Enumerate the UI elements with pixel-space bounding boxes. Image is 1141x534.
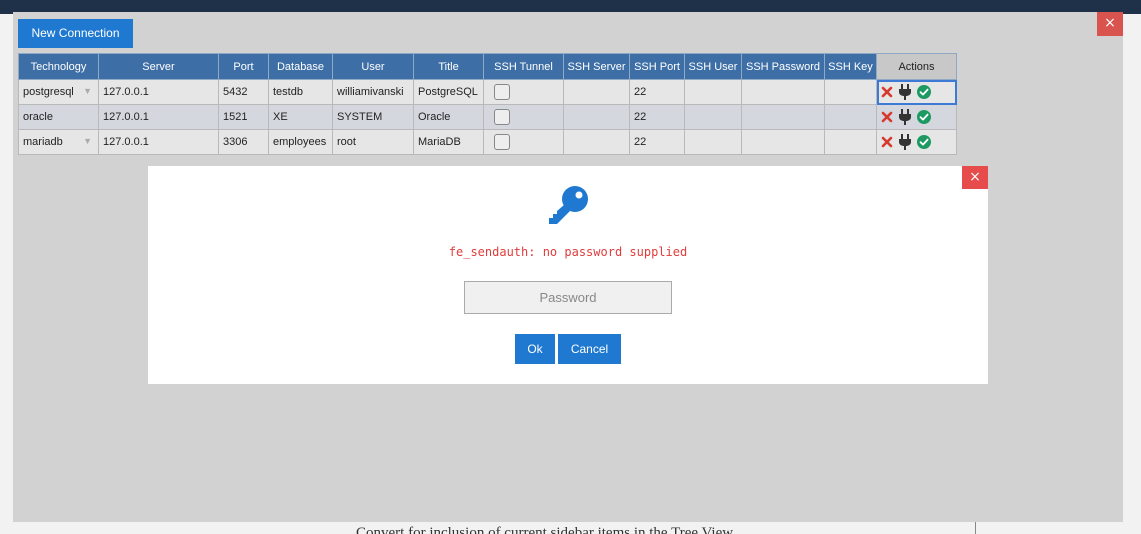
server-cell[interactable]: 127.0.0.1	[98, 104, 219, 130]
ssh-port-cell[interactable]: 22	[629, 129, 685, 155]
ssh-tunnel-cell	[483, 104, 564, 130]
ok-button[interactable]: Ok	[515, 334, 555, 364]
dropdown-caret-icon: ▼	[83, 136, 92, 146]
background-text: Convert for inclusion of current sidebar…	[356, 525, 734, 534]
cancel-button[interactable]: Cancel	[558, 334, 621, 364]
error-message: fe_sendauth: no password supplied	[448, 245, 688, 259]
title-cell[interactable]: PostgreSQL	[413, 79, 484, 105]
ssh-password-cell[interactable]	[741, 104, 825, 130]
table-header-row: Technology Server Port Database User Tit…	[18, 53, 957, 80]
delete-icon[interactable]	[881, 86, 893, 98]
ssh-tunnel-checkbox[interactable]	[494, 109, 510, 125]
user-cell[interactable]: root	[332, 129, 414, 155]
background-divider	[975, 520, 976, 534]
table-row: mariadb ▼ 127.0.0.1 3306 employees root M…	[18, 129, 957, 155]
check-circle-icon[interactable]	[917, 135, 932, 149]
ssh-key-cell[interactable]	[824, 79, 877, 105]
ssh-key-cell[interactable]	[824, 104, 877, 130]
port-cell[interactable]: 3306	[218, 129, 269, 155]
technology-value: mariadb	[23, 136, 63, 148]
key-icon	[549, 186, 588, 224]
port-cell[interactable]: 5432	[218, 79, 269, 105]
ssh-tunnel-checkbox[interactable]	[494, 134, 510, 150]
ssh-tunnel-cell	[483, 79, 564, 105]
user-cell[interactable]: SYSTEM	[332, 104, 414, 130]
ssh-key-cell[interactable]	[824, 129, 877, 155]
actions-cell	[876, 104, 957, 130]
new-connection-button[interactable]: New Connection	[18, 19, 133, 48]
column-header-ssh-user: SSH User	[684, 53, 742, 80]
column-header-ssh-server: SSH Server	[563, 53, 630, 80]
title-cell[interactable]: MariaDB	[413, 129, 484, 155]
column-header-ssh-key: SSH Key	[824, 53, 877, 80]
table-row: oracle 127.0.0.1 1521 XE SYSTEM Oracle 2…	[18, 104, 957, 130]
database-cell[interactable]: testdb	[268, 79, 333, 105]
ssh-tunnel-checkbox[interactable]	[494, 84, 510, 100]
ssh-server-cell[interactable]	[563, 104, 630, 130]
password-input[interactable]	[464, 281, 672, 314]
plug-icon[interactable]	[898, 84, 912, 100]
ssh-password-cell[interactable]	[741, 129, 825, 155]
column-header-technology: Technology	[18, 53, 99, 80]
column-header-port: Port	[218, 53, 269, 80]
ssh-user-cell[interactable]	[684, 129, 742, 155]
column-header-ssh-password: SSH Password	[741, 53, 825, 80]
delete-icon[interactable]	[881, 136, 893, 148]
delete-icon[interactable]	[881, 111, 893, 123]
ssh-port-cell[interactable]: 22	[629, 79, 685, 105]
table-row: postgresql ▼ 127.0.0.1 5432 testdb willia…	[18, 79, 957, 105]
server-cell[interactable]: 127.0.0.1	[98, 79, 219, 105]
ssh-port-cell[interactable]: 22	[629, 104, 685, 130]
database-cell[interactable]: XE	[268, 104, 333, 130]
check-circle-icon[interactable]	[917, 110, 932, 124]
ssh-server-cell[interactable]	[563, 129, 630, 155]
technology-cell[interactable]: postgresql ▼	[18, 79, 99, 105]
actions-cell	[876, 129, 957, 155]
ssh-user-cell[interactable]	[684, 104, 742, 130]
column-header-server: Server	[98, 53, 219, 80]
connections-table: Technology Server Port Database User Tit…	[18, 53, 957, 155]
database-cell[interactable]: employees	[268, 129, 333, 155]
column-header-actions: Actions	[876, 53, 957, 80]
plug-icon[interactable]	[898, 134, 912, 150]
ssh-tunnel-cell	[483, 129, 564, 155]
server-cell[interactable]: 127.0.0.1	[98, 129, 219, 155]
column-header-ssh-tunnel: SSH Tunnel	[483, 53, 564, 80]
port-cell[interactable]: 1521	[218, 104, 269, 130]
column-header-title: Title	[413, 53, 484, 80]
user-cell[interactable]: williamivanski	[332, 79, 414, 105]
technology-cell[interactable]: oracle	[18, 104, 99, 130]
column-header-ssh-port: SSH Port	[629, 53, 685, 80]
actions-cell	[876, 79, 957, 105]
plug-icon[interactable]	[898, 109, 912, 125]
column-header-user: User	[332, 53, 414, 80]
dialog-close-button[interactable]: ×	[962, 166, 988, 189]
ssh-server-cell[interactable]	[563, 79, 630, 105]
title-cell[interactable]: Oracle	[413, 104, 484, 130]
column-header-database: Database	[268, 53, 333, 80]
technology-cell[interactable]: mariadb ▼	[18, 129, 99, 155]
window-close-button[interactable]: ×	[1097, 12, 1123, 36]
check-circle-icon[interactable]	[917, 85, 932, 99]
ssh-user-cell[interactable]	[684, 79, 742, 105]
technology-value: oracle	[23, 111, 53, 123]
dropdown-caret-icon: ▼	[83, 86, 92, 96]
ssh-password-cell[interactable]	[741, 79, 825, 105]
technology-value: postgresql	[23, 86, 74, 98]
